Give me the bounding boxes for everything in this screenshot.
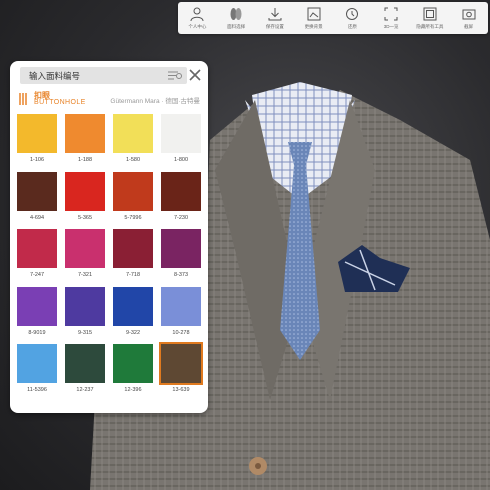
swatch-code: 1-580 bbox=[125, 157, 141, 163]
buttonhole-logo: 扣眼 BUTTONHOLE bbox=[18, 90, 88, 110]
color-swatch[interactable]: 5-365 bbox=[65, 171, 105, 221]
swatch-code: 11-5396 bbox=[27, 387, 47, 393]
camera-icon bbox=[462, 9, 476, 20]
color-swatch[interactable]: 7-230 bbox=[161, 171, 201, 221]
filter-icon[interactable] bbox=[167, 70, 183, 81]
swatch-color bbox=[17, 114, 57, 153]
toolbar-user-center[interactable]: 个人中心 bbox=[178, 2, 217, 34]
swatch-code: 7-247 bbox=[29, 272, 45, 278]
swatch-color bbox=[17, 344, 57, 383]
toolbar-label: 3D一览 bbox=[383, 24, 399, 29]
swatch-color bbox=[161, 171, 201, 211]
close-icon[interactable] bbox=[188, 68, 202, 82]
swatch-code: 5-7996 bbox=[124, 214, 142, 221]
swatch-color bbox=[113, 171, 153, 211]
swatch-color bbox=[113, 344, 153, 383]
buttonhole-logo-icon bbox=[19, 93, 27, 105]
swatch-color bbox=[159, 342, 203, 385]
swatch-color bbox=[65, 171, 105, 211]
toolbar-label: 个人中心 bbox=[188, 24, 207, 29]
toolbar-label: 更换背景 bbox=[304, 24, 323, 29]
swatch-color bbox=[65, 114, 105, 153]
toolbar-label: 面料选择 bbox=[227, 24, 246, 29]
swatch-color bbox=[65, 229, 105, 268]
color-swatch[interactable]: 13-639 bbox=[159, 342, 203, 393]
hide-tools-icon bbox=[423, 7, 437, 21]
download-icon bbox=[268, 8, 282, 21]
brand-en: BUTTONHOLE bbox=[34, 99, 86, 106]
swatch-code: 8-9019 bbox=[28, 329, 46, 336]
swatch-code: 1-106 bbox=[29, 157, 45, 163]
toolbar-restore[interactable]: 还原 bbox=[333, 2, 372, 34]
color-swatch[interactable]: 5-7996 bbox=[113, 171, 153, 221]
toolbar-fabric-select[interactable]: 面料选择 bbox=[217, 2, 256, 34]
swatch-code: 7-230 bbox=[173, 214, 189, 221]
color-swatch[interactable]: 9-322 bbox=[113, 286, 153, 336]
toolbar-label: 截屏 bbox=[464, 24, 474, 29]
swatch-color bbox=[113, 114, 153, 153]
toolbar-3d-view[interactable]: 3D一览 bbox=[372, 2, 411, 34]
color-swatch[interactable]: 8-9019 bbox=[17, 286, 57, 336]
toolbar-hide-tools[interactable]: 隐藏所有工具 bbox=[411, 2, 450, 34]
swatch-code: 7-321 bbox=[77, 272, 93, 278]
swatch-color bbox=[161, 286, 201, 326]
swatch-code: 1-188 bbox=[77, 157, 93, 163]
swatch-code: 10-278 bbox=[172, 329, 190, 336]
swatch-color bbox=[161, 114, 201, 153]
swatch-code: 12-237 bbox=[76, 387, 94, 393]
color-swatch[interactable]: 10-278 bbox=[161, 286, 201, 336]
swatch-code: 9-322 bbox=[125, 329, 141, 336]
swatch-code: 13-639 bbox=[172, 387, 190, 393]
swatch-code: 4-694 bbox=[29, 214, 45, 221]
color-swatch[interactable]: 4-694 bbox=[17, 171, 57, 221]
swatch-color bbox=[65, 344, 105, 383]
swatch-code: 5-365 bbox=[77, 214, 93, 221]
swatch-color bbox=[17, 171, 57, 211]
color-swatch[interactable]: 11-5396 bbox=[17, 344, 57, 393]
background-icon bbox=[307, 7, 321, 21]
color-swatch[interactable]: 1-188 bbox=[65, 114, 105, 163]
swatch-color bbox=[17, 286, 57, 326]
color-swatch[interactable]: 12-237 bbox=[65, 344, 105, 393]
search-placeholder: 输入面料编号 bbox=[29, 70, 81, 81]
history-icon bbox=[346, 8, 359, 20]
brand-row: 扣眼 BUTTONHOLE Gütermann Mara · 德国·古特曼 bbox=[18, 89, 200, 109]
color-swatch[interactable]: 12-396 bbox=[113, 344, 153, 393]
swatch-color bbox=[113, 229, 153, 268]
color-swatch[interactable]: 7-247 bbox=[17, 229, 57, 278]
toolbar-change-background[interactable]: 更换背景 bbox=[294, 2, 333, 34]
swatch-color bbox=[17, 229, 57, 268]
swatch-color bbox=[65, 286, 105, 326]
color-swatch[interactable]: 1-106 bbox=[17, 114, 57, 163]
color-swatch[interactable]: 9-315 bbox=[65, 286, 105, 336]
thread-brand: Gütermann Mara · 德国·古特曼 bbox=[110, 98, 200, 105]
swatch-code: 9-315 bbox=[77, 329, 93, 336]
toolbar-label: 保存设置 bbox=[265, 24, 284, 29]
swatch-color bbox=[161, 229, 201, 268]
color-swatch[interactable]: 1-580 bbox=[113, 114, 153, 163]
fullscreen-icon bbox=[384, 7, 398, 21]
fabric-code-search[interactable]: 输入面料编号 bbox=[20, 67, 187, 84]
toolbar-save[interactable]: 保存设置 bbox=[256, 2, 295, 34]
color-swatch[interactable]: 7-321 bbox=[65, 229, 105, 278]
top-toolbar: 个人中心 面料选择 保存设置 更换背景 还原 3D一览 隐藏所有工具 截屏 bbox=[178, 2, 488, 34]
toolbar-screenshot[interactable]: 截屏 bbox=[449, 2, 488, 34]
swatch-code: 12-396 bbox=[124, 387, 142, 393]
swatch-color bbox=[113, 286, 153, 326]
color-swatch[interactable]: 8-373 bbox=[161, 229, 201, 278]
toolbar-label: 还原 bbox=[347, 24, 357, 29]
buttonhole-color-panel: 输入面料编号 扣眼 BUTTONHOLE Gütermann Mara · 德国… bbox=[10, 61, 208, 413]
fabric-icon bbox=[230, 8, 242, 20]
swatch-code: 1-800 bbox=[173, 157, 189, 163]
color-swatch[interactable]: 1-800 bbox=[161, 114, 201, 163]
toolbar-label: 隐藏所有工具 bbox=[416, 24, 444, 29]
swatch-code: 7-718 bbox=[125, 272, 141, 278]
color-swatch[interactable]: 7-718 bbox=[113, 229, 153, 278]
user-icon bbox=[190, 7, 204, 22]
swatch-code: 8-373 bbox=[173, 272, 189, 278]
